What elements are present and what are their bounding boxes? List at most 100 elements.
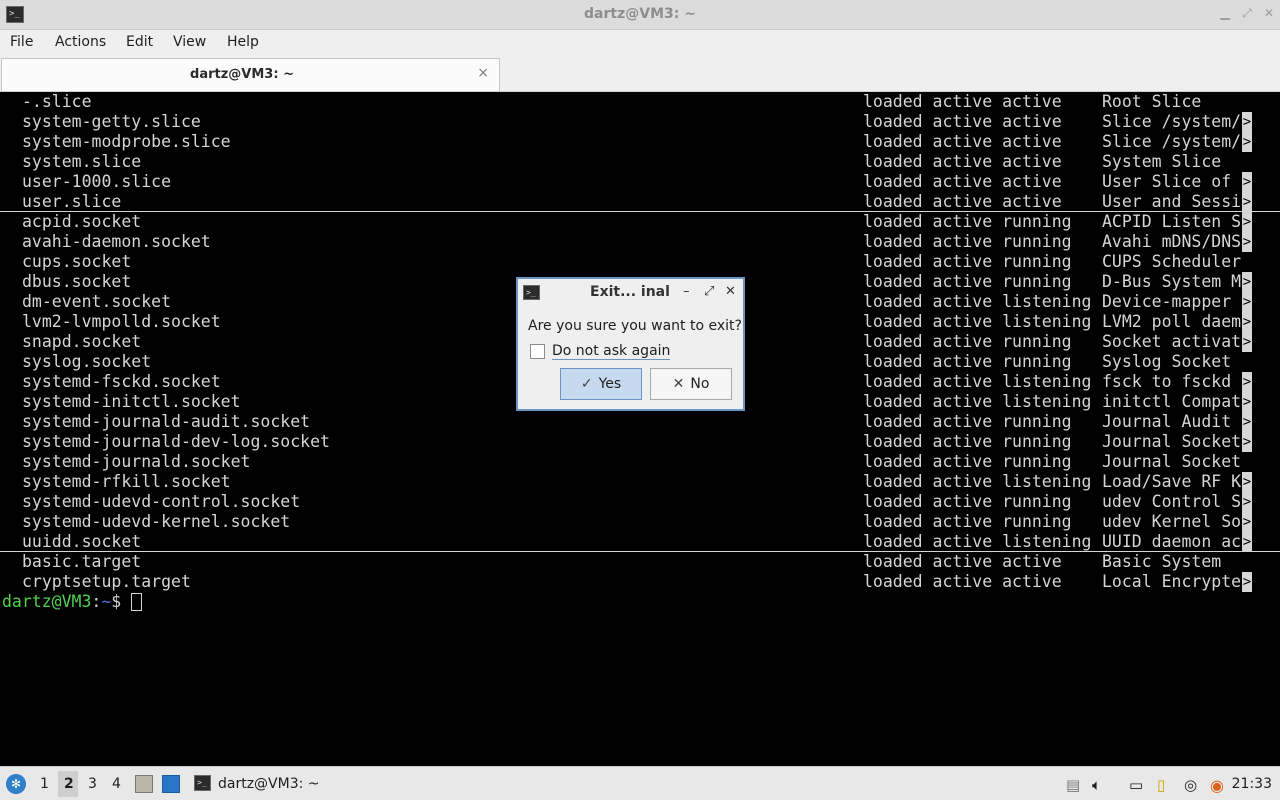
terminal-line: system.slice loaded active active System S… [0,152,1280,172]
notes-icon[interactable]: ▯ [1157,776,1165,794]
truncation-marker: > [1242,512,1252,532]
terminal-output[interactable]: cryptsetup.target loaded active active Loc… [0,92,1280,766]
truncation-marker: > [1242,572,1252,592]
text-cursor [131,593,142,611]
unit-name: -.slice [22,92,92,111]
minimize-icon[interactable]: ▁ [1218,6,1232,22]
terminal-line: acpid.socket loaded active running ACPID L… [0,212,1280,232]
workspace-1[interactable]: 1 [40,776,49,792]
unit-description: CUPS Scheduler [1102,252,1242,271]
unit-name: systemd-udevd-control.socket [22,492,301,511]
tab-close-icon[interactable]: × [477,65,489,81]
unit-description: ACPID Listen S [1102,212,1242,231]
window-titlebar: >_ dartz@VM3: ~ ▁ ⤢ ✕ [0,0,1280,30]
unit-state: loaded active active [863,92,1062,111]
truncation-marker: > [1242,272,1252,292]
truncation-marker: > [1242,172,1252,192]
yes-label: Yes [598,376,622,392]
app-launcher-icon[interactable]: ✻ [6,774,26,794]
desktop-icon[interactable] [162,775,180,793]
yes-button[interactable]: ✓ Yes [560,368,642,400]
maximize-icon[interactable]: ⤢ [704,284,714,299]
unit-description: User Slice of [1102,172,1232,191]
unit-state: loaded active listening [863,292,1092,311]
unit-state: loaded active running [863,412,1072,431]
taskbar: ✻ 1 2 3 4 >_ dartz@VM3: ~ ▤ 🔈︎ ▭ ▯ ◎ ◉ 2… [0,766,1280,800]
unit-description: Journal Audit [1102,412,1232,431]
unit-state: loaded active running [863,432,1072,451]
unit-state: loaded active running [863,232,1072,251]
unit-state: loaded active running [863,512,1072,531]
dialog-titlebar: >_ Exit... inal – ⤢ ✕ [518,279,743,307]
no-button[interactable]: ✕ No [650,368,732,400]
unit-description: Root Slice [1102,92,1202,111]
unit-state: loaded active active [863,132,1062,151]
truncation-marker: > [1242,292,1252,312]
tab-terminal[interactable]: dartz@VM3: ~ × [1,58,500,91]
maximize-icon[interactable]: ⤢ [1240,6,1254,22]
terminal-line: cups.socket loaded active running CUPS Sch… [0,252,1280,272]
taskbar-app-terminal[interactable]: >_ dartz@VM3: ~ [191,770,321,798]
do-not-ask-checkbox[interactable] [530,344,545,359]
clipboard-icon[interactable]: ▤ [1066,776,1080,794]
unit-description: Basic System [1102,552,1222,571]
truncation-marker: > [1242,132,1252,152]
close-icon[interactable]: ✕ [1262,6,1276,22]
unit-name: system-getty.slice [22,112,201,131]
tab-label: dartz@VM3: ~ [190,67,294,82]
unit-state: loaded active running [863,452,1072,471]
unit-description: D-Bus System M [1102,272,1242,291]
update-icon[interactable]: ◎ [1184,776,1197,794]
unit-name: lvm2-lvmpolld.socket [22,312,221,331]
unit-name: systemd-journald-audit.socket [22,412,311,431]
volume-icon[interactable]: 🔈︎ [1092,776,1101,794]
terminal-icon: >_ [194,775,211,791]
unit-description: System Slice [1102,152,1222,171]
menu-view[interactable]: View [173,34,206,50]
section-separator [0,211,1280,212]
unit-state: loaded active running [863,212,1072,231]
file-manager-icon[interactable] [135,775,153,793]
ubuntu-icon[interactable]: ◉ [1210,776,1224,795]
unit-description: Slice /system/ [1102,132,1242,151]
network-icon[interactable]: ▭ [1129,776,1143,794]
truncation-marker: > [1242,392,1252,412]
workspace-3[interactable]: 3 [88,776,97,792]
truncation-marker: > [1242,232,1252,252]
workspace-4[interactable]: 4 [112,776,121,792]
dialog-message: Are you sure you want to exit? [528,318,742,334]
window-title: dartz@VM3: ~ [584,6,696,22]
unit-state: loaded active active [863,552,1062,571]
terminal-line: uuidd.socket loaded active listening UUID … [0,532,1280,552]
prompt-sep: : [91,592,102,611]
terminal-line: user-1000.slice loaded active active User … [0,172,1280,192]
unit-name: systemd-initctl.socket [22,392,241,411]
menu-help[interactable]: Help [227,34,259,50]
menu-actions[interactable]: Actions [55,34,106,50]
section-separator [0,551,1280,552]
do-not-ask-label[interactable]: Do not ask again [552,343,671,360]
unit-description: User and Sessi [1102,192,1242,211]
menu-edit[interactable]: Edit [126,34,153,50]
menu-file[interactable]: File [10,34,33,50]
unit-description: Load/Save RF K [1102,472,1242,491]
unit-state: loaded active listening [863,312,1092,331]
unit-name: systemd-udevd-kernel.socket [22,512,291,531]
truncation-marker: > [1242,432,1252,452]
truncation-marker: > [1242,532,1252,552]
terminal-line: avahi-daemon.socket loaded active running… [0,232,1280,252]
cross-icon: ✕ [672,376,685,392]
terminal-line: systemd-udevd-control.socket loaded activ… [0,492,1280,512]
minimize-icon[interactable]: – [683,284,690,299]
terminal-line: -.slice loaded active active Root Slice [0,92,1280,112]
prompt-user: dartz@VM3 [2,592,92,611]
unit-name: uuidd.socket [22,532,142,551]
close-icon[interactable]: ✕ [725,284,736,299]
menubar: File Actions Edit View Help [0,30,1280,56]
unit-name: system-modprobe.slice [22,132,231,151]
terminal-line: systemd-rfkill.socket loaded active liste… [0,472,1280,492]
taskbar-app-label: dartz@VM3: ~ [218,776,320,792]
prompt-path: ~ [101,592,112,611]
workspace-2[interactable]: 2 [64,776,74,792]
unit-name: cups.socket [22,252,132,271]
